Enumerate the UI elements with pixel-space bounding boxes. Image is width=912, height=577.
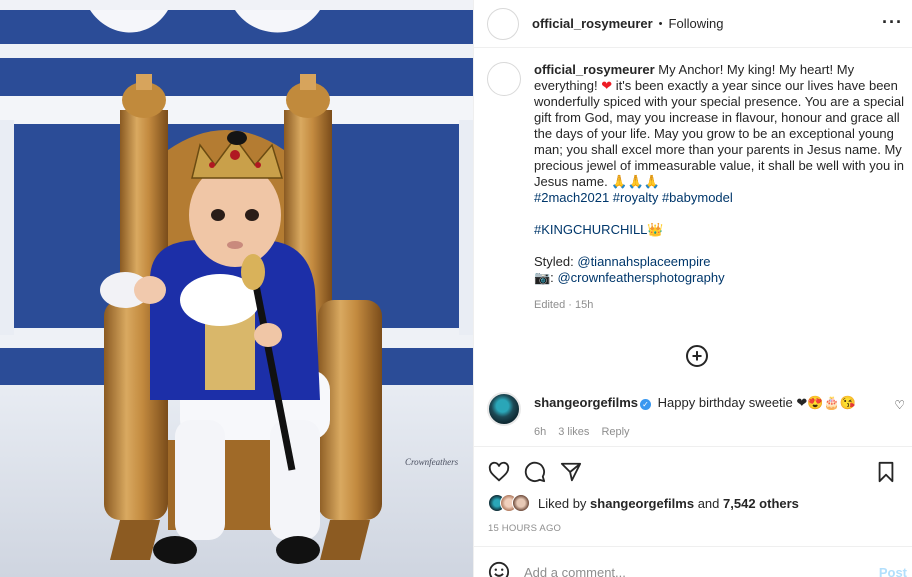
reply-button[interactable]: Reply (601, 424, 629, 440)
photo-watermark: Crownfeathers (405, 457, 459, 467)
plus-circle-icon: + (691, 346, 703, 366)
caption-edited-time: Edited · 15h (534, 299, 594, 311)
post: Crownfeathers official_rosymeurer • Foll… (0, 0, 912, 577)
following-button[interactable]: Following (669, 16, 724, 31)
comment-bubble-icon[interactable] (524, 461, 546, 483)
post-comment-button[interactable]: Post (879, 565, 907, 577)
author-avatar[interactable] (487, 7, 519, 40)
commenter-avatar[interactable] (487, 392, 521, 426)
comment-body: shangeorgefilms ✓ Happy birthday sweetie … (534, 395, 856, 440)
comment-item: shangeorgefilms ✓ Happy birthday sweetie … (487, 392, 907, 440)
like-heart-icon[interactable] (488, 461, 510, 483)
share-icon[interactable] (560, 461, 582, 483)
emoji-smile-icon[interactable] (488, 561, 510, 577)
commenter-username[interactable]: shangeorgefilms (534, 395, 638, 410)
crown-emoji-icon: 👑 (647, 222, 664, 237)
caption-text-2: it's been exactly a year since our lives… (534, 78, 904, 189)
comment-time: 6h (534, 426, 547, 438)
hashtag-link[interactable]: #KINGCHURCHILL (534, 222, 647, 237)
caption-body: official_rosymeurer My Anchor! My king! … (534, 62, 907, 313)
liked-by: Liked by shangeorgefilms and 7,542 other… (488, 494, 799, 512)
heart-emoji-icon: ❤ (601, 78, 613, 93)
hashtag-link[interactable]: #babymodel (662, 190, 733, 205)
author-username[interactable]: official_rosymeurer (532, 16, 653, 31)
load-more-comments-button[interactable]: + (686, 345, 708, 367)
hashtag-link[interactable]: #2mach2021 (534, 190, 609, 205)
comment-likes-link[interactable]: 3 likes (558, 424, 589, 440)
likes-count-link[interactable]: 7,542 others (723, 496, 799, 511)
camera-emoji-icon: 📷: (534, 270, 554, 285)
post-header: official_rosymeurer • Following ··· (474, 0, 912, 48)
action-bar (474, 446, 912, 496)
caption-username[interactable]: official_rosymeurer (534, 62, 655, 77)
liked-by-label: Liked by (538, 495, 587, 511)
add-comment-input[interactable] (524, 565, 854, 577)
post-timestamp[interactable]: 15 HOURS AGO (488, 523, 561, 534)
more-options-icon[interactable]: ··· (882, 12, 903, 33)
liked-by-and: and (697, 495, 720, 511)
bookmark-icon[interactable] (876, 461, 896, 483)
photo-illustration: Crownfeathers (0, 0, 473, 577)
add-comment-bar: Post (474, 546, 912, 577)
verified-badge-icon: ✓ (640, 399, 652, 410)
liker-username[interactable]: shangeorgefilms (590, 496, 694, 511)
comment-text: Happy birthday sweetie ❤😍🎂😘 (657, 395, 856, 410)
liker-avatar (512, 494, 530, 512)
header-separator: • (658, 17, 663, 30)
caption: official_rosymeurer My Anchor! My king! … (487, 62, 907, 313)
mention-link[interactable]: @crownfeathersphotography (557, 270, 724, 285)
post-panel: official_rosymeurer • Following ··· offi… (473, 0, 912, 577)
post-photo[interactable]: Crownfeathers (0, 0, 473, 577)
hashtag-link[interactable]: #royalty (613, 190, 659, 205)
styled-label: Styled: (534, 254, 574, 269)
mention-link[interactable]: @tiannahsplaceempire (577, 254, 710, 269)
caption-avatar[interactable] (487, 62, 521, 96)
comment-like-icon[interactable]: ♡ (894, 398, 905, 412)
